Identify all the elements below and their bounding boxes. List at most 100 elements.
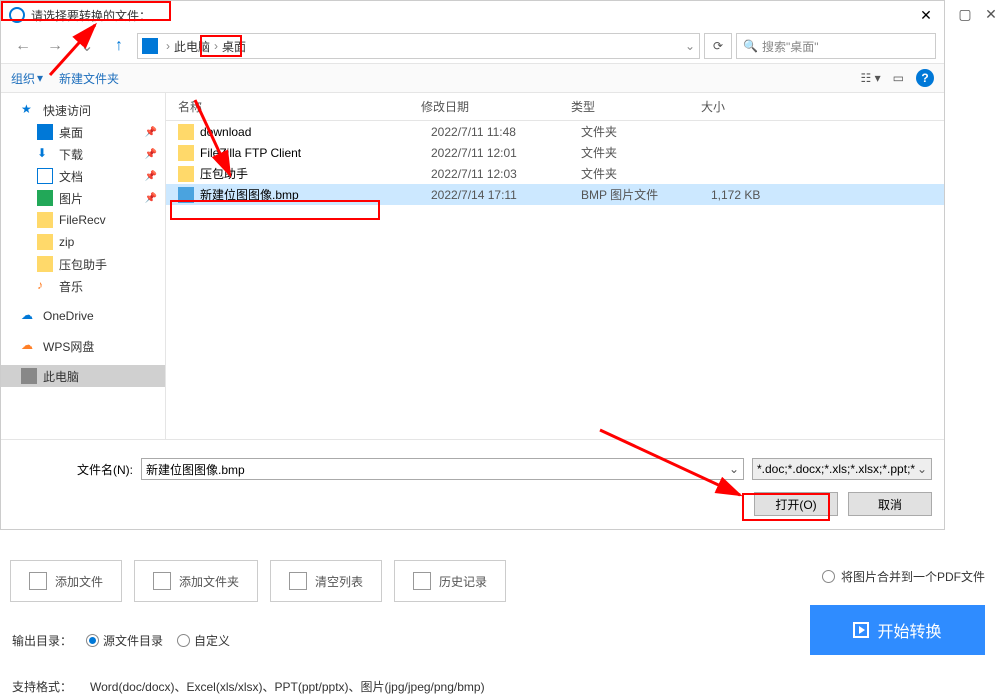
breadcrumb-pc[interactable]: 此电脑 bbox=[174, 38, 210, 55]
radio-icon[interactable] bbox=[177, 634, 190, 647]
close-icon[interactable]: ✕ bbox=[916, 5, 936, 25]
add-file-button[interactable]: 添加文件 bbox=[10, 560, 122, 602]
back-button[interactable]: ← bbox=[9, 32, 37, 60]
folder-icon bbox=[178, 166, 194, 182]
history-icon bbox=[413, 572, 431, 590]
pc-icon bbox=[142, 38, 158, 54]
sidebar-item-desktop[interactable]: 桌面📌 bbox=[1, 121, 165, 143]
clear-list-button[interactable]: 清空列表 bbox=[270, 560, 382, 602]
file-row[interactable]: 压包助手 2022/7/11 12:03 文件夹 bbox=[166, 163, 944, 184]
bmp-icon bbox=[178, 187, 194, 203]
folder-icon bbox=[37, 212, 53, 228]
output-opt-source[interactable]: 源文件目录 bbox=[86, 632, 163, 649]
breadcrumb[interactable]: › 此电脑 › 桌面 ⌄ bbox=[137, 33, 700, 59]
document-icon bbox=[37, 168, 53, 184]
chevron-down-icon[interactable]: ⌄ bbox=[685, 39, 695, 53]
pin-icon: 📌 bbox=[145, 193, 157, 204]
chevron-down-icon: ▾ bbox=[37, 71, 43, 85]
filename-input[interactable]: 新建位图图像.bmp⌄ bbox=[141, 458, 744, 480]
download-icon: ⬇ bbox=[37, 146, 53, 162]
column-type[interactable]: 类型 bbox=[571, 98, 701, 115]
sidebar-item-documents[interactable]: 文档📌 bbox=[1, 165, 165, 187]
view-mode-button[interactable]: ☷ ▾ bbox=[861, 71, 881, 85]
pin-icon: 📌 bbox=[145, 171, 157, 182]
play-icon bbox=[853, 622, 869, 638]
sidebar-item-quickaccess[interactable]: ★快速访问 bbox=[1, 99, 165, 121]
folder-icon bbox=[178, 145, 194, 161]
up-button[interactable]: ↑ bbox=[105, 32, 133, 60]
sidebar-item-thispc[interactable]: 此电脑 bbox=[1, 365, 165, 387]
forward-button[interactable]: → bbox=[41, 32, 69, 60]
file-row[interactable]: FileZilla FTP Client 2022/7/11 12:01 文件夹 bbox=[166, 142, 944, 163]
pin-icon: 📌 bbox=[145, 127, 157, 138]
filename-label: 文件名(N): bbox=[13, 461, 133, 478]
dialog-bottom: 文件名(N): 新建位图图像.bmp⌄ *.doc;*.docx;*.xls;*… bbox=[1, 439, 944, 526]
music-icon: ♪ bbox=[37, 278, 53, 294]
column-date[interactable]: 修改日期 bbox=[421, 98, 571, 115]
chevron-right-icon: › bbox=[166, 39, 170, 53]
filetype-select[interactable]: *.doc;*.docx;*.xls;*.xlsx;*.ppt;*⌄ bbox=[752, 458, 932, 480]
maximize-icon[interactable]: ▢ bbox=[956, 5, 974, 23]
chevron-down-icon[interactable]: ⌄ bbox=[729, 462, 739, 476]
trash-icon bbox=[289, 572, 307, 590]
sidebar-item-pictures[interactable]: 图片📌 bbox=[1, 187, 165, 209]
radio-checked-icon[interactable] bbox=[86, 634, 99, 647]
column-size[interactable]: 大小 bbox=[701, 98, 801, 115]
search-placeholder: 搜索"桌面" bbox=[762, 38, 819, 55]
sidebar-item-yabao[interactable]: 压包助手 bbox=[1, 253, 165, 275]
navbar: ← → ⌄ ↑ › 此电脑 › 桌面 ⌄ ⟳ 🔍 搜索"桌面" bbox=[1, 29, 944, 63]
sidebar: ★快速访问 桌面📌 ⬇下载📌 文档📌 图片📌 FileRecv zip 压包助手… bbox=[1, 93, 166, 439]
preview-pane-button[interactable]: ▭ bbox=[893, 71, 904, 85]
help-icon[interactable]: ? bbox=[916, 69, 934, 87]
cloud-icon: ☁ bbox=[21, 308, 37, 324]
history-button[interactable]: 历史记录 bbox=[394, 560, 506, 602]
output-label: 输出目录： bbox=[12, 632, 72, 649]
pin-icon: 📌 bbox=[145, 149, 157, 160]
output-row: 输出目录： 源文件目录 自定义 bbox=[12, 632, 230, 649]
star-icon: ★ bbox=[21, 102, 37, 118]
new-folder-button[interactable]: 新建文件夹 bbox=[59, 70, 119, 87]
recent-dropdown[interactable]: ⌄ bbox=[73, 32, 101, 60]
file-row-selected[interactable]: 新建位图图像.bmp 2022/7/14 17:11 BMP 图片文件 1,17… bbox=[166, 184, 944, 205]
breadcrumb-desktop[interactable]: 桌面 bbox=[222, 38, 246, 55]
radio-icon[interactable] bbox=[822, 570, 835, 583]
toolbar: 组织▾ 新建文件夹 ☷ ▾ ▭ ? bbox=[1, 63, 944, 93]
folder-icon bbox=[37, 234, 53, 250]
folder-icon bbox=[37, 256, 53, 272]
pc-icon bbox=[21, 368, 37, 384]
chevron-down-icon: ⌄ bbox=[917, 462, 927, 476]
file-list-header: 名称 修改日期 类型 大小 bbox=[166, 93, 944, 121]
file-open-dialog: 请选择要转换的文件： ✕ ← → ⌄ ↑ › 此电脑 › 桌面 ⌄ ⟳ 🔍 搜索… bbox=[0, 0, 945, 530]
add-folder-button[interactable]: 添加文件夹 bbox=[134, 560, 258, 602]
organize-menu[interactable]: 组织▾ bbox=[11, 70, 43, 87]
output-opt-custom[interactable]: 自定义 bbox=[177, 632, 230, 649]
sidebar-item-music[interactable]: ♪音乐 bbox=[1, 275, 165, 297]
cancel-button[interactable]: 取消 bbox=[848, 492, 932, 516]
refresh-button[interactable]: ⟳ bbox=[704, 33, 732, 59]
cloud-icon: ☁ bbox=[21, 338, 37, 354]
chevron-right-icon: › bbox=[214, 39, 218, 53]
pictures-icon bbox=[37, 190, 53, 206]
folder-plus-icon bbox=[153, 572, 171, 590]
file-row[interactable]: download 2022/7/11 11:48 文件夹 bbox=[166, 121, 944, 142]
desktop-icon bbox=[37, 124, 53, 140]
file-plus-icon bbox=[29, 572, 47, 590]
merge-option[interactable]: 将图片合并到一个PDF文件 bbox=[822, 568, 985, 585]
sidebar-item-onedrive[interactable]: ☁OneDrive bbox=[1, 305, 165, 327]
search-icon: 🔍 bbox=[743, 39, 758, 53]
titlebar: 请选择要转换的文件： ✕ bbox=[1, 1, 944, 29]
open-button[interactable]: 打开(O) bbox=[754, 492, 838, 516]
dialog-title: 请选择要转换的文件： bbox=[31, 7, 916, 24]
sidebar-item-wps[interactable]: ☁WPS网盘 bbox=[1, 335, 165, 357]
sidebar-item-zip[interactable]: zip bbox=[1, 231, 165, 253]
app-icon bbox=[9, 7, 25, 23]
column-name[interactable]: 名称 bbox=[166, 98, 421, 115]
sidebar-item-filerecv[interactable]: FileRecv bbox=[1, 209, 165, 231]
close-outer-icon[interactable]: ✕ bbox=[982, 5, 1000, 23]
folder-icon bbox=[178, 124, 194, 140]
support-formats: 支持格式： Word(doc/docx)、Excel(xls/xlsx)、PPT… bbox=[12, 678, 485, 695]
sidebar-item-downloads[interactable]: ⬇下载📌 bbox=[1, 143, 165, 165]
start-convert-button[interactable]: 开始转换 bbox=[810, 605, 985, 655]
search-input[interactable]: 🔍 搜索"桌面" bbox=[736, 33, 936, 59]
file-list: 名称 修改日期 类型 大小 download 2022/7/11 11:48 文… bbox=[166, 93, 944, 439]
